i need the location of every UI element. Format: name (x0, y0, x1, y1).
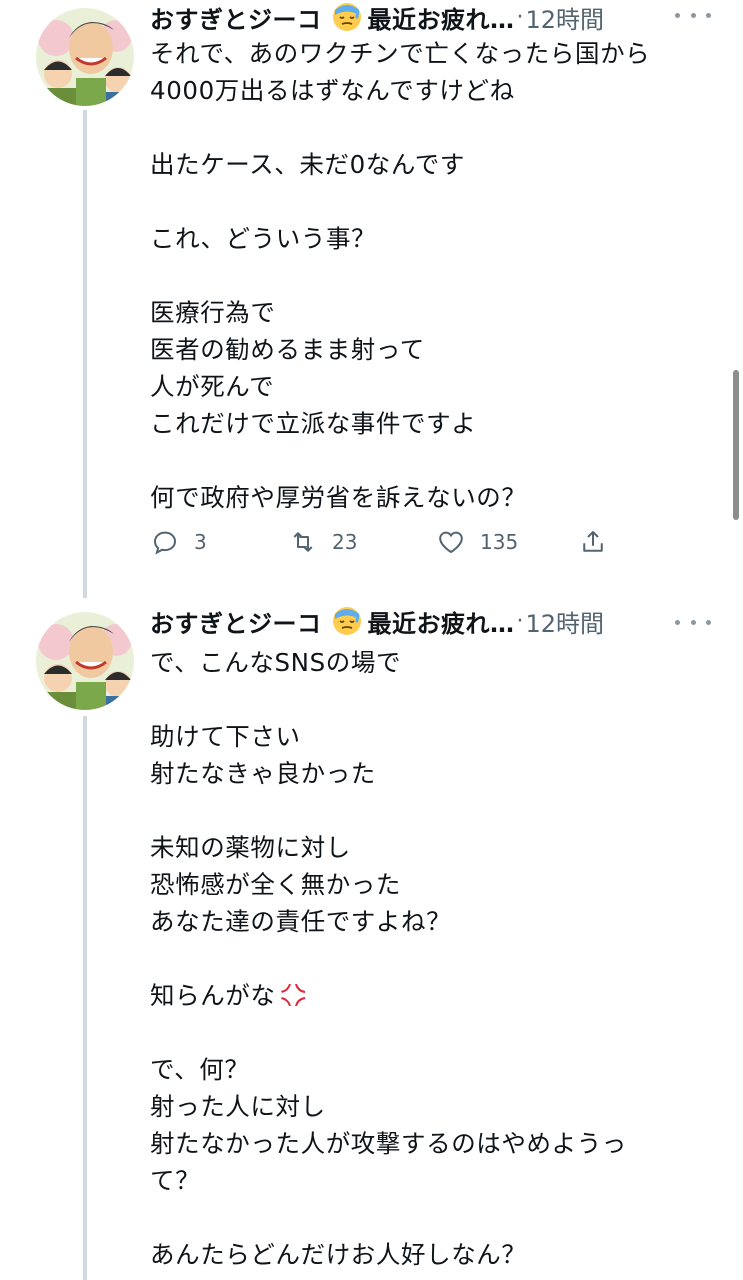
tweet-text: それで、あのワクチンで亡くなったら国から 4000万出るはずなんですけどね 出た… (150, 35, 710, 516)
like-button[interactable]: 135 (436, 527, 518, 557)
anger-symbol-emoji (278, 980, 308, 1010)
text-line: 4000万出るはずなんですけどね (150, 76, 515, 105)
text-line: 医療行為で (150, 298, 276, 327)
text-line: 恐怖感が全く無かった (150, 870, 401, 899)
text-line (150, 792, 710, 829)
text-line: それで、あのワクチンで亡くなったら国から (150, 39, 651, 68)
text-line-with-emoji: 知らんがな (150, 977, 710, 1014)
tweet-text: で、こんなSNSの場で 助けて下さい 射たなきゃ良かった 未知の薬物に対し 恐怖… (150, 644, 710, 1273)
text-line: て？ (150, 1166, 201, 1195)
text-line: あんたらどんだけお人好しなん？ (150, 1240, 527, 1269)
heart-icon (439, 531, 463, 554)
text-line: あなた達の責任ですよね？ (150, 907, 452, 936)
separator-dot: · (516, 4, 524, 30)
more-icon[interactable] (675, 612, 711, 632)
scrollbar-thumb[interactable] (733, 370, 739, 520)
text-line: 助けて下さい (150, 722, 301, 751)
text-line (150, 109, 710, 146)
text-line (150, 442, 710, 479)
text-line: これだけで立派な事件ですよ (150, 409, 477, 438)
like-count: 135 (480, 530, 519, 554)
text-line (150, 940, 710, 977)
text-line: 未知の薬物に対し (150, 833, 351, 862)
text-line (150, 681, 710, 718)
text-line: 射たなきゃ良かった (150, 759, 376, 788)
share-icon (583, 531, 603, 552)
text-line: 射たなかった人が攻撃するのはやめようっ (150, 1129, 627, 1158)
author-name[interactable]: おすぎとジーコ (150, 0, 322, 35)
tweet[interactable]: おすぎとジーコ 最近お疲れ… · 12時間 で、こんなSNSの場で 助けて下さい… (0, 604, 743, 1280)
sweat-face-emoji (332, 606, 362, 636)
separator-dot: · (516, 608, 524, 634)
text-line: これ、どういう事？ (150, 224, 377, 253)
text-line: 何で政府や厚労省を訴えないの？ (150, 483, 527, 512)
text-line (150, 1014, 710, 1051)
share-button[interactable] (578, 527, 622, 557)
text-line: 知らんがな (150, 981, 276, 1010)
text-line (150, 1199, 710, 1236)
text-line: 人が死んで (150, 372, 275, 401)
avatar[interactable] (36, 8, 134, 106)
text-line: 射った人に対し (150, 1092, 326, 1121)
more-icon[interactable] (675, 5, 711, 25)
tweet-header: おすぎとジーコ 最近お疲れ… · 12時間 (150, 604, 743, 638)
author-name-suffix[interactable]: 最近お疲れ… (368, 604, 515, 639)
text-line: 医者の勧めるまま射って (150, 335, 425, 364)
reply-count: 3 (194, 530, 207, 554)
author-name-suffix[interactable]: 最近お疲れ… (368, 0, 515, 35)
timestamp[interactable]: 12時間 (526, 604, 605, 639)
retweet-count: 23 (332, 530, 358, 554)
text-line: で、何？ (150, 1055, 250, 1084)
retweet-button[interactable]: 23 (288, 527, 357, 557)
text-line (150, 183, 710, 220)
tweet-actions: 3 23 135 (150, 527, 620, 567)
text-line (150, 257, 710, 294)
tweet-header: おすぎとジーコ 最近お疲れ… · 12時間 (150, 0, 743, 34)
reply-button[interactable]: 3 (150, 527, 207, 557)
reply-icon (153, 531, 177, 555)
tweet[interactable]: おすぎとジーコ 最近お疲れ… · 12時間 それで、あのワクチンで亡くなったら国… (0, 0, 743, 600)
text-line: で、こんなSNSの場で (150, 648, 402, 677)
retweet-icon (293, 532, 313, 552)
avatar[interactable] (36, 612, 134, 710)
timestamp[interactable]: 12時間 (526, 0, 605, 35)
sweat-face-emoji (332, 2, 362, 32)
author-name[interactable]: おすぎとジーコ (150, 604, 322, 639)
text-line: 出たケース、未だ0なんです (150, 150, 465, 179)
